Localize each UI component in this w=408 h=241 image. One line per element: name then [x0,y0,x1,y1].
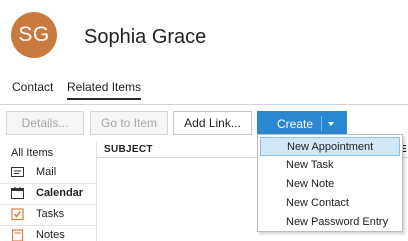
sidebar-item-label: Notes [36,229,65,241]
menu-item-label: New Password Entry [286,216,389,228]
menu-item-label: New Contact [286,197,349,209]
menu-item-new-password-entry[interactable]: New Password Entry [260,213,400,232]
calendar-icon [11,187,24,199]
toolbar: Details... Go to Item Add Link... Create [0,111,408,135]
avatar: SG [11,12,57,58]
menu-item-new-contact[interactable]: New Contact [260,194,400,213]
sidebar-item-all-items[interactable]: All Items [11,147,53,159]
item-type-sidebar: All Items Mail Calendar Tasks Notes [0,141,97,241]
menu-item-new-note[interactable]: New Note [260,175,400,194]
sidebar-item-notes[interactable]: Notes [0,226,96,241]
add-link-button[interactable]: Add Link... [173,111,252,135]
mail-icon [11,167,24,177]
split-divider [321,116,322,131]
create-dropdown-menu: New Appointment New Task New Note New Co… [257,134,403,232]
tab-divider [0,104,408,105]
tab-bar: Contact Related Items [0,80,408,102]
chevron-down-icon[interactable] [328,122,334,126]
go-to-item-button[interactable]: Go to Item [90,111,168,135]
menu-item-label: New Note [286,178,335,190]
sidebar-item-label: Mail [36,166,57,178]
column-header-subject[interactable]: SUBJECT [104,144,153,155]
tab-related-items[interactable]: Related Items [67,80,142,100]
tab-contact[interactable]: Contact [12,80,53,94]
notes-icon [11,229,24,241]
sidebar-item-mail[interactable]: Mail [0,163,96,182]
menu-item-new-task[interactable]: New Task [260,156,400,175]
details-button[interactable]: Details... [6,111,84,135]
sidebar-item-label: Tasks [36,208,65,220]
create-button-label: Create [277,117,314,131]
menu-item-label: New Task [286,159,334,171]
contact-name: Sophia Grace [84,26,207,48]
menu-item-label: New Appointment [287,141,374,153]
menu-item-new-appointment[interactable]: New Appointment [260,137,400,156]
create-split-button[interactable]: Create [257,111,347,135]
sidebar-item-tasks[interactable]: Tasks [0,205,96,224]
contact-header: SG Sophia Grace [0,0,408,72]
sidebar-item-calendar[interactable]: Calendar [0,184,96,203]
tasks-icon [11,208,24,220]
sidebar-item-label: Calendar [36,187,84,199]
